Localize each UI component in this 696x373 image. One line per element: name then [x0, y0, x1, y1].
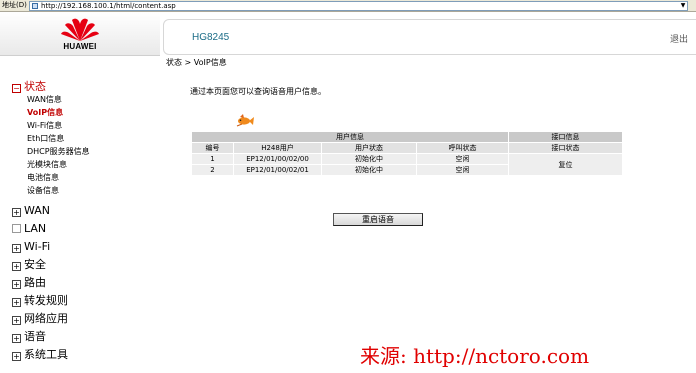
expand-icon[interactable]: +	[12, 316, 21, 325]
col-user-header: H248用户	[233, 142, 322, 154]
menu-route[interactable]: + 路由	[12, 277, 46, 289]
col-id-header: 编号	[191, 142, 234, 154]
url-input[interactable]: http://192.168.100.1/html/content.asp ▼	[29, 1, 688, 11]
menu-status-label: 状态	[24, 80, 46, 93]
voip-user-table: 用户信息 接口信息 编号 H248用户 用户状态 呼叫状态 接口状态 1 EP1…	[191, 131, 623, 176]
device-name: HG8245	[192, 32, 230, 43]
sidebar-item-dhcp-info[interactable]: DHCP服务器信息	[27, 147, 90, 157]
breadcrumb: 状态 > VoIP信息	[166, 58, 227, 67]
menu-network-apps[interactable]: + 网络应用	[12, 313, 68, 325]
menu-lan-label: LAN	[24, 222, 47, 235]
row-user: EP12/01/00/02/00	[233, 153, 322, 165]
address-bar: 地址(D) http://192.168.100.1/html/content.…	[0, 0, 696, 12]
row-id: 2	[191, 164, 234, 176]
row-user: EP12/01/00/02/01	[233, 164, 322, 176]
huawei-logo-icon	[61, 18, 99, 41]
sidebar-item-eth-info[interactable]: Eth口信息	[27, 134, 64, 144]
logo: HUAWEI	[0, 13, 160, 56]
col-port-status-header: 接口状态	[508, 142, 623, 154]
restart-voice-button[interactable]: 重启语音	[333, 213, 423, 226]
menu-route-label: 路由	[24, 276, 46, 289]
table-group-header-row: 用户信息 接口信息	[191, 131, 623, 143]
menu-voice[interactable]: + 语音	[12, 331, 46, 343]
menu-wifi[interactable]: + Wi-Fi	[12, 241, 50, 253]
col-call-status-header: 呼叫状态	[416, 142, 509, 154]
menu-voice-label: 语音	[24, 330, 46, 343]
menu-lan[interactable]: LAN	[12, 223, 46, 235]
row-call-status: 空闲	[416, 153, 509, 165]
logo-text: HUAWEI	[63, 42, 97, 51]
collapse-icon[interactable]: −	[12, 84, 21, 93]
page-description: 通过本页面您可以查询语音用户信息。	[190, 87, 326, 96]
expand-icon[interactable]: +	[12, 280, 21, 289]
menu-status[interactable]: − 状态	[12, 81, 46, 93]
menu-network-apps-label: 网络应用	[24, 312, 68, 325]
sidebar-item-voip-info[interactable]: VoIP信息	[27, 108, 64, 118]
expand-icon[interactable]: +	[12, 298, 21, 307]
expand-icon[interactable]: +	[12, 208, 21, 217]
sidebar-item-battery-info[interactable]: 电池信息	[27, 173, 59, 183]
url-text: http://192.168.100.1/html/content.asp	[41, 2, 176, 10]
expand-icon[interactable]: +	[12, 334, 21, 343]
page-icon	[32, 3, 38, 9]
menu-forward-rules[interactable]: + 转发规则	[12, 295, 68, 307]
row-call-status: 空闲	[416, 164, 509, 176]
address-label: 地址(D)	[2, 1, 27, 9]
table-row: 1 EP12/01/00/02/00 初始化中 空闲 复位	[191, 153, 623, 176]
fish-icon	[236, 114, 254, 127]
menu-forward-rules-label: 转发规则	[24, 294, 68, 307]
menu-security-label: 安全	[24, 258, 46, 271]
menu-security[interactable]: + 安全	[12, 259, 46, 271]
header: HG8245 退出	[163, 19, 696, 55]
row-user-status: 初始化中	[321, 164, 417, 176]
row-user-status: 初始化中	[321, 153, 417, 165]
expand-icon[interactable]: +	[12, 262, 21, 271]
leaf-icon	[12, 224, 21, 233]
col-user-status-header: 用户状态	[321, 142, 417, 154]
sidebar-item-wifi-info[interactable]: Wi-Fi信息	[27, 121, 62, 131]
user-info-header: 用户信息	[191, 131, 509, 143]
expand-icon[interactable]: +	[12, 352, 21, 361]
row-port-status: 复位	[508, 153, 623, 176]
expand-icon[interactable]: +	[12, 244, 21, 253]
sidebar-item-optical-info[interactable]: 光模块信息	[27, 160, 67, 170]
port-info-header: 接口信息	[508, 131, 623, 143]
sidebar-item-wan-info[interactable]: WAN信息	[27, 95, 62, 105]
menu-system-tools[interactable]: + 系统工具	[12, 349, 68, 361]
sidebar: HUAWEI − 状态 WAN信息 VoIP信息 Wi-Fi信息 Eth口信息 D…	[0, 13, 160, 373]
menu-wan[interactable]: + WAN	[12, 205, 50, 217]
watermark: 来源: http://nctoro.com	[360, 344, 590, 368]
table-header-row: 编号 H248用户 用户状态 呼叫状态 接口状态	[191, 142, 623, 154]
chevron-down-icon[interactable]: ▼	[679, 2, 687, 10]
sidebar-item-device-info[interactable]: 设备信息	[27, 186, 59, 196]
menu-wan-label: WAN	[24, 204, 51, 217]
row-id: 1	[191, 153, 234, 165]
menu-system-tools-label: 系统工具	[24, 348, 68, 361]
logout-link[interactable]: 退出	[670, 32, 688, 45]
menu-wifi-label: Wi-Fi	[24, 240, 51, 253]
